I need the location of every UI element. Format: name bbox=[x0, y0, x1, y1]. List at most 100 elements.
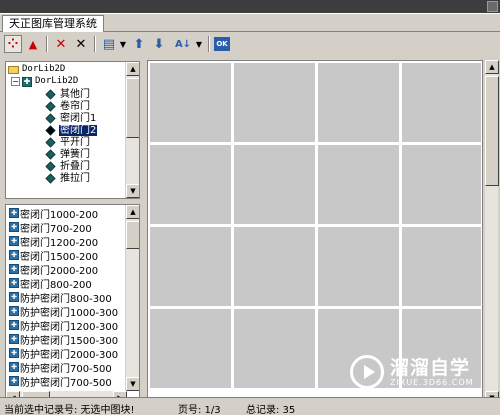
door-block-icon: ✚ bbox=[9, 208, 19, 218]
door-icon bbox=[45, 101, 56, 112]
door-icon bbox=[45, 161, 56, 172]
list-item[interactable]: ✚ 防护密闭门1500-300 bbox=[9, 332, 118, 347]
list-item[interactable]: ✚ 密闭门1200-200 bbox=[9, 234, 98, 249]
scroll-down-icon[interactable]: ▼ bbox=[126, 184, 139, 198]
record-list: ✚ 密闭门1000-200 ✚ 密闭门700-200 ✚ 密闭门1200-200 ✚ 密… bbox=[5, 204, 140, 406]
tree-item[interactable]: 卷帘门 bbox=[45, 101, 91, 112]
scroll-thumb[interactable] bbox=[126, 78, 139, 138]
door-block-icon: ✚ bbox=[9, 348, 19, 358]
triangle-icon[interactable]: ▲ bbox=[24, 35, 42, 53]
toolbar: ⁘ ▲ ✕ ✕ ▤ ▼ ⬆ ⬇ A↓ ▼ OK bbox=[2, 33, 498, 55]
tree-item[interactable]: 密闭门1 bbox=[45, 113, 97, 124]
up-arrow-icon[interactable]: ⬆ bbox=[130, 35, 148, 53]
list-item[interactable]: ✚ 防护密闭门1000-300 bbox=[9, 304, 118, 319]
layout-dropdown-icon[interactable]: ▼ bbox=[119, 35, 127, 53]
sort-dropdown-icon[interactable]: ▼ bbox=[195, 35, 203, 53]
toolbar-separator bbox=[46, 36, 48, 52]
category-tree: DorLib2D − ✚ DorLib2D 其他门 卷帘门 密闭门1 密闭门2 … bbox=[5, 61, 140, 199]
scroll-up-icon[interactable]: ▲ bbox=[126, 205, 139, 219]
outer-title-band bbox=[0, 0, 500, 14]
preview-cell[interactable] bbox=[150, 63, 231, 142]
door-block-icon: ✚ bbox=[9, 264, 19, 274]
list-item[interactable]: ✚ 密闭门1000-200 bbox=[9, 206, 98, 221]
tree-item-selected[interactable]: 密闭门2 bbox=[45, 124, 99, 137]
status-total: 总记录: 35 bbox=[246, 405, 296, 415]
status-current-record: 当前选中记录号: 无选中图块! bbox=[4, 405, 135, 415]
layout-icon[interactable]: ▤ bbox=[100, 35, 118, 53]
sort-icon[interactable]: A↓ bbox=[174, 35, 192, 53]
tree-scrollbar[interactable]: ▲ ▼ bbox=[125, 62, 139, 198]
list-item[interactable]: ✚ 密闭门2000-200 bbox=[9, 262, 98, 277]
tree-root[interactable]: DorLib2D bbox=[8, 64, 66, 75]
door-block-icon: ✚ bbox=[9, 236, 19, 246]
preview-cell[interactable] bbox=[234, 309, 315, 388]
cut-icon[interactable]: ✕ bbox=[72, 35, 90, 53]
preview-cell[interactable] bbox=[150, 227, 231, 306]
folder-icon bbox=[8, 65, 19, 74]
door-icon bbox=[45, 173, 56, 184]
toolbar-separator bbox=[208, 36, 210, 52]
tree-item[interactable]: 平开门 bbox=[45, 137, 91, 148]
list-item[interactable]: ✚ 密闭门800-200 bbox=[9, 276, 92, 291]
toolbar-separator bbox=[94, 36, 96, 52]
tree-item[interactable]: 推拉门 bbox=[45, 173, 91, 184]
door-block-icon: ✚ bbox=[9, 222, 19, 232]
tree-item[interactable]: 折叠门 bbox=[45, 161, 91, 172]
door-block-icon: ✚ bbox=[9, 362, 19, 372]
ok-icon[interactable]: OK bbox=[214, 37, 230, 51]
multi-view-icon[interactable]: ⁘ bbox=[4, 35, 22, 53]
list-item[interactable]: ✚ 防护密闭门700-500 bbox=[9, 360, 112, 375]
tree-item[interactable]: 其他门 bbox=[45, 89, 91, 100]
door-block-icon: ✚ bbox=[9, 306, 19, 316]
list-item[interactable]: ✚ 密闭门700-200 bbox=[9, 220, 92, 235]
door-block-icon: ✚ bbox=[9, 376, 19, 386]
preview-cell[interactable] bbox=[234, 145, 315, 224]
preview-cell[interactable] bbox=[150, 309, 231, 388]
list-item[interactable]: ✚ 防护密闭门700-500 bbox=[9, 374, 112, 389]
window-close-button[interactable] bbox=[487, 1, 498, 12]
door-block-icon: ✚ bbox=[9, 250, 19, 260]
open-book-icon bbox=[45, 125, 56, 136]
door-block-icon: ✚ bbox=[9, 334, 19, 344]
library-icon: ✚ bbox=[22, 76, 32, 87]
scroll-thumb[interactable] bbox=[126, 221, 139, 249]
scroll-thumb[interactable] bbox=[485, 76, 499, 186]
scroll-up-icon[interactable]: ▲ bbox=[126, 62, 139, 76]
door-block-icon: ✚ bbox=[9, 278, 19, 288]
door-icon bbox=[45, 149, 56, 160]
preview-cell[interactable] bbox=[318, 145, 399, 224]
status-bar: 当前选中记录号: 无选中图块! 页号: 1/3 总记录: 35 bbox=[0, 397, 500, 415]
preview-cell[interactable] bbox=[402, 145, 481, 224]
down-arrow-icon[interactable]: ⬇ bbox=[150, 35, 168, 53]
door-icon bbox=[45, 113, 56, 124]
list-item[interactable]: ✚ 防护密闭门2000-300 bbox=[9, 346, 118, 361]
collapse-icon[interactable]: − bbox=[11, 77, 20, 86]
scroll-up-icon[interactable]: ▲ bbox=[485, 60, 499, 74]
list-item[interactable]: ✚ 防护密闭门800-300 bbox=[9, 290, 112, 305]
preview-cell[interactable] bbox=[318, 227, 399, 306]
play-logo-icon bbox=[350, 355, 384, 389]
preview-cell[interactable] bbox=[234, 227, 315, 306]
watermark: 溜溜自学 ZIXUE.3D66.COM bbox=[350, 348, 490, 396]
scroll-down-icon[interactable]: ▼ bbox=[126, 377, 139, 391]
door-block-icon: ✚ bbox=[9, 292, 19, 302]
preview-cell[interactable] bbox=[402, 63, 481, 142]
preview-cell[interactable] bbox=[402, 227, 481, 306]
list-item[interactable]: ✚ 防护密闭门1200-300 bbox=[9, 318, 118, 333]
preview-cell[interactable] bbox=[150, 145, 231, 224]
watermark-subtitle: ZIXUE.3D66.COM bbox=[390, 377, 474, 387]
list-scrollbar[interactable]: ▲ ▼ bbox=[125, 205, 139, 391]
list-item[interactable]: ✚ 密闭门1500-200 bbox=[9, 248, 98, 263]
delete-icon[interactable]: ✕ bbox=[52, 35, 70, 53]
door-icon bbox=[45, 137, 56, 148]
tree-item[interactable]: 弹簧门 bbox=[45, 149, 91, 160]
tab-library-manager[interactable]: 天正图库管理系统 bbox=[2, 15, 104, 32]
preview-cell[interactable] bbox=[318, 63, 399, 142]
tab-strip: 天正图库管理系统 bbox=[0, 14, 500, 32]
door-block-icon: ✚ bbox=[9, 320, 19, 330]
watermark-title: 溜溜自学 bbox=[390, 356, 471, 379]
door-icon bbox=[45, 89, 56, 100]
status-page: 页号: 1/3 bbox=[178, 405, 221, 415]
tree-library-node[interactable]: − ✚ DorLib2D bbox=[11, 76, 79, 87]
preview-cell[interactable] bbox=[234, 63, 315, 142]
